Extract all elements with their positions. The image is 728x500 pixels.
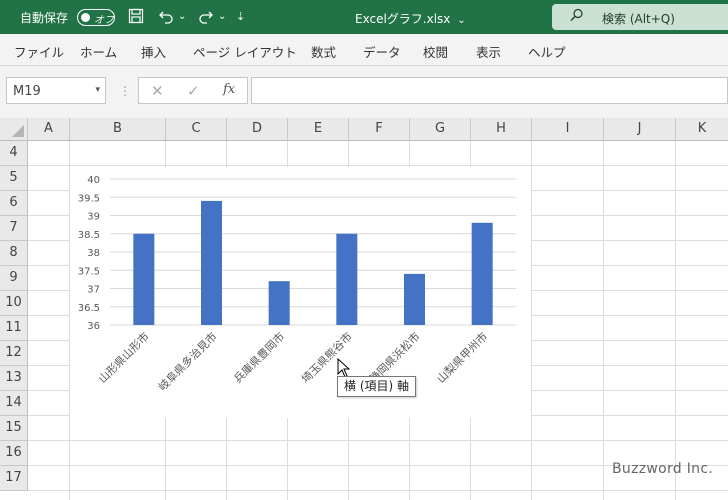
chart-bar[interactable] xyxy=(336,233,358,325)
tab-data[interactable]: データ xyxy=(363,42,401,61)
worksheet-grid[interactable]: A B C D E F G H I J K 4 5 6 7 8 9 10 11 … xyxy=(0,118,728,500)
row-header-14[interactable]: 14 xyxy=(0,391,28,416)
formula-input[interactable] xyxy=(251,77,728,104)
enter-icon[interactable]: ✓ xyxy=(187,82,200,100)
mouse-cursor-icon xyxy=(337,358,351,378)
chart-bar[interactable] xyxy=(133,233,155,325)
row-header-10[interactable]: 10 xyxy=(0,291,28,316)
formula-bar: M19 ▾ ⋮ ✕ ✓ fx xyxy=(0,66,728,118)
search-box[interactable]: 検索 (Alt+Q) xyxy=(552,4,728,30)
bar-chart[interactable]: 40 39.5 39 38.5 38 37.5 37 36.5 36 山形県山形市 岐阜県多治見市兵… xyxy=(70,167,531,418)
insert-function-icon[interactable]: fx xyxy=(223,82,235,97)
y-tick-label: 38.5 xyxy=(78,230,100,241)
redo-dropdown-caret[interactable]: ⌄ xyxy=(218,8,226,26)
undo-dropdown-caret[interactable]: ⌄ xyxy=(178,8,186,26)
autosave-toggle[interactable]: オフ xyxy=(77,9,115,26)
row-header-16[interactable]: 16 xyxy=(0,441,28,466)
y-tick-label: 37 xyxy=(87,285,100,296)
column-header-d[interactable]: D xyxy=(227,118,288,141)
chart-bar[interactable] xyxy=(471,222,493,325)
grid-line xyxy=(28,440,728,441)
autosave-label: 自動保存 xyxy=(20,11,69,25)
tab-review[interactable]: 校閲 xyxy=(423,42,448,61)
name-box[interactable]: M19 ▾ xyxy=(6,77,106,104)
chart-bar[interactable] xyxy=(201,200,222,325)
tab-file[interactable]: ファイル xyxy=(14,42,64,61)
x-category-label: 山梨県甲州市 xyxy=(434,329,491,386)
title-bar: 自動保存 オフ ⌄ ⌄ ⇣ Excelグラフ.xlsx ⌄ 検索 (Alt+Q) xyxy=(0,0,728,34)
select-all-triangle-icon xyxy=(12,125,24,137)
undo-icon[interactable] xyxy=(156,8,176,29)
select-all-corner[interactable] xyxy=(0,118,28,141)
y-tick-label: 38 xyxy=(87,248,100,259)
tab-help[interactable]: ヘルプ xyxy=(528,42,566,61)
grid-line xyxy=(531,141,532,500)
x-category-label: 岐阜県多治見市 xyxy=(155,329,219,393)
row-header-12[interactable]: 12 xyxy=(0,341,28,366)
column-header-i[interactable]: I xyxy=(532,118,604,141)
chart-bar[interactable] xyxy=(268,281,290,325)
y-tick-label: 36 xyxy=(87,321,100,332)
search-text: 検索 (Alt+Q) xyxy=(602,12,675,26)
toggle-knob xyxy=(81,13,90,22)
search-icon xyxy=(570,8,584,26)
chart-bar[interactable] xyxy=(404,273,425,325)
redo-icon[interactable] xyxy=(196,8,216,29)
column-header-g[interactable]: G xyxy=(410,118,471,141)
column-header-j[interactable]: J xyxy=(604,118,676,141)
row-header-9[interactable]: 9 xyxy=(0,266,28,291)
y-tick-label: 39.5 xyxy=(78,193,100,204)
document-title[interactable]: Excelグラフ.xlsx ⌄ xyxy=(355,10,466,27)
grid-line xyxy=(603,141,604,500)
tab-formulas[interactable]: 数式 xyxy=(311,42,336,61)
cancel-icon[interactable]: ✕ xyxy=(151,82,164,100)
column-header-f[interactable]: F xyxy=(349,118,410,141)
grid-line xyxy=(28,490,728,491)
autosave-state: オフ xyxy=(94,15,114,26)
x-category-label: 兵庫県豊岡市 xyxy=(231,329,288,386)
tab-insert[interactable]: 挿入 xyxy=(141,42,166,61)
y-tick-label: 39 xyxy=(87,212,100,223)
y-tick-label: 37.5 xyxy=(78,266,100,277)
row-header-17[interactable]: 17 xyxy=(0,466,28,491)
formula-buttons: ✕ ✓ fx xyxy=(138,77,248,104)
row-header-6[interactable]: 6 xyxy=(0,191,28,216)
tab-page-layout[interactable]: ページ レイアウト xyxy=(193,42,297,61)
filename-dropdown-caret: ⌄ xyxy=(457,15,466,26)
column-header-c[interactable]: C xyxy=(166,118,227,141)
customize-qat-icon[interactable]: ⇣ xyxy=(236,8,245,26)
grid-line xyxy=(28,165,728,166)
name-box-dropdown-icon[interactable]: ▾ xyxy=(95,85,100,95)
ribbon-tabs: ファイル ホーム 挿入 ページ レイアウト 数式 データ 校閲 表示 ヘルプ xyxy=(0,34,728,66)
vertical-dots-icon: ⋮ xyxy=(119,84,131,98)
column-header-e[interactable]: E xyxy=(288,118,349,141)
row-header-11[interactable]: 11 xyxy=(0,316,28,341)
watermark: Buzzword Inc. xyxy=(612,461,714,477)
row-header-13[interactable]: 13 xyxy=(0,366,28,391)
axis-tooltip: 横 (項目) 軸 xyxy=(337,376,416,397)
row-header-4[interactable]: 4 xyxy=(0,141,28,166)
filename-text: Excelグラフ.xlsx xyxy=(355,12,451,26)
column-header-a[interactable]: A xyxy=(28,118,70,141)
row-header-7[interactable]: 7 xyxy=(0,216,28,241)
row-header-5[interactable]: 5 xyxy=(0,166,28,191)
chart-canvas: 40 39.5 39 38.5 38 37.5 37 36.5 36山形県山形市 岐阜県多治見市兵… xyxy=(78,175,516,394)
x-category-label: 山形県山形市 xyxy=(95,329,152,386)
tab-home[interactable]: ホーム xyxy=(80,42,117,61)
y-tick-label: 36.5 xyxy=(78,303,100,314)
row-header-15[interactable]: 15 xyxy=(0,416,28,441)
tab-view[interactable]: 表示 xyxy=(476,42,501,61)
column-header-h[interactable]: H xyxy=(471,118,532,141)
grid-line xyxy=(675,141,676,500)
column-header-b[interactable]: B xyxy=(70,118,166,141)
row-header-8[interactable]: 8 xyxy=(0,241,28,266)
column-header-k[interactable]: K xyxy=(676,118,728,141)
name-box-value: M19 xyxy=(13,84,41,99)
y-tick-label: 40 xyxy=(87,175,100,186)
save-icon[interactable] xyxy=(126,8,146,29)
